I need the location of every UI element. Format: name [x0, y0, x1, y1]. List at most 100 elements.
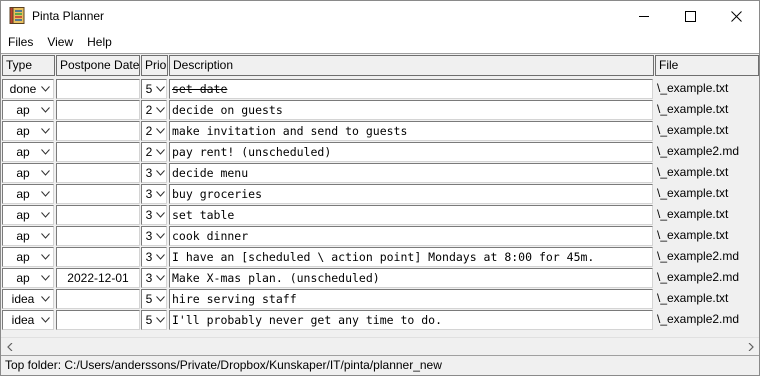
prio-value: 3	[145, 250, 153, 264]
chevron-down-icon	[156, 149, 165, 155]
table-row: ap 3 set table \_example.txt	[1, 204, 759, 225]
chevron-down-icon	[156, 170, 165, 176]
postpone-date-field[interactable]	[56, 184, 140, 204]
prio-select[interactable]: 3	[141, 247, 167, 267]
prio-select[interactable]: 5	[141, 79, 167, 99]
arrow-right-icon	[748, 342, 754, 351]
type-select[interactable]: idea	[2, 310, 54, 330]
description-field[interactable]: cook dinner	[169, 226, 653, 246]
postpone-date-field[interactable]	[56, 289, 140, 309]
type-value: ap	[16, 271, 30, 285]
description-field[interactable]: hire serving staff	[169, 289, 653, 309]
file-label: \_example.txt	[657, 186, 729, 200]
type-select[interactable]: idea	[2, 289, 54, 309]
chevron-down-icon	[156, 86, 165, 92]
type-select[interactable]: done	[2, 79, 54, 99]
table-row: ap 2 decide on guests \_example.txt	[1, 99, 759, 120]
type-select[interactable]: ap	[2, 121, 54, 141]
prio-select[interactable]: 3	[141, 205, 167, 225]
menu-view[interactable]: View	[40, 32, 80, 52]
type-select[interactable]: ap	[2, 100, 54, 120]
table-row: idea 5 hire serving staff \_example.txt	[1, 288, 759, 309]
scroll-left-button[interactable]	[1, 338, 18, 355]
type-select[interactable]: ap	[2, 205, 54, 225]
postpone-date-field[interactable]	[56, 79, 140, 99]
postpone-date-field[interactable]	[56, 226, 140, 246]
postpone-date-field[interactable]	[56, 100, 140, 120]
description-field[interactable]: make invitation and send to guests	[169, 121, 653, 141]
type-value: idea	[11, 292, 35, 306]
description-field[interactable]: decide menu	[169, 163, 653, 183]
column-header-file[interactable]: File	[655, 55, 759, 76]
chevron-down-icon	[156, 128, 165, 134]
description-field[interactable]: pay rent! (unscheduled)	[169, 142, 653, 162]
type-select[interactable]: ap	[2, 142, 54, 162]
prio-select[interactable]: 5	[141, 289, 167, 309]
menu-help[interactable]: Help	[80, 32, 119, 52]
column-header-description[interactable]: Description	[169, 55, 654, 76]
prio-select[interactable]: 3	[141, 184, 167, 204]
type-select[interactable]: ap	[2, 226, 54, 246]
chevron-down-icon	[156, 317, 165, 323]
postpone-date-field[interactable]: 2022-12-01	[56, 268, 140, 288]
postpone-date-field[interactable]	[56, 163, 140, 183]
prio-select[interactable]: 3	[141, 268, 167, 288]
chevron-down-icon	[41, 170, 50, 176]
prio-select[interactable]: 2	[141, 100, 167, 120]
prio-value: 3	[145, 271, 153, 285]
chevron-down-icon	[41, 233, 50, 239]
close-button[interactable]	[713, 1, 759, 31]
maximize-button[interactable]	[667, 1, 713, 31]
chevron-down-icon	[156, 254, 165, 260]
type-value: ap	[16, 124, 30, 138]
minimize-button[interactable]	[621, 1, 667, 31]
description-field[interactable]: set table	[169, 205, 653, 225]
file-label: \_example.txt	[657, 228, 729, 242]
description-field[interactable]: Make X-mas plan. (unscheduled)	[169, 268, 653, 288]
prio-select[interactable]: 5	[141, 310, 167, 330]
file-label: \_example.txt	[657, 291, 729, 305]
column-header-type[interactable]: Type	[2, 55, 55, 76]
column-header-postpone-date[interactable]: Postpone Date	[56, 55, 140, 76]
menu-files[interactable]: Files	[1, 32, 40, 52]
close-icon	[730, 10, 742, 22]
postpone-date-field[interactable]	[56, 142, 140, 162]
chevron-down-icon	[41, 275, 50, 281]
postpone-date-field[interactable]	[56, 205, 140, 225]
description-field[interactable]: set date	[169, 79, 653, 99]
prio-select[interactable]: 3	[141, 163, 167, 183]
postpone-date-field[interactable]	[56, 247, 140, 267]
type-value: ap	[16, 229, 30, 243]
description-field[interactable]: decide on guests	[169, 100, 653, 120]
postpone-date-field[interactable]	[56, 121, 140, 141]
prio-select[interactable]: 3	[141, 226, 167, 246]
prio-select[interactable]: 2	[141, 121, 167, 141]
type-select[interactable]: ap	[2, 268, 54, 288]
scroll-right-button[interactable]	[742, 338, 759, 355]
chevron-down-icon	[156, 107, 165, 113]
prio-value: 3	[145, 229, 153, 243]
chevron-down-icon	[156, 191, 165, 197]
prio-value: 5	[145, 292, 153, 306]
prio-select[interactable]: 2	[141, 142, 167, 162]
column-header-prio[interactable]: Prio	[141, 55, 168, 76]
file-label: \_example2.md	[657, 270, 740, 284]
description-field[interactable]: buy groceries	[169, 184, 653, 204]
postpone-date-field[interactable]	[56, 310, 140, 330]
type-value: ap	[16, 103, 30, 117]
chevron-down-icon	[41, 107, 50, 113]
horizontal-scrollbar[interactable]	[1, 337, 759, 354]
type-select[interactable]: ap	[2, 163, 54, 183]
notebook-icon	[9, 7, 25, 24]
description-field[interactable]: I'll probably never get any time to do.	[169, 310, 653, 330]
file-label: \_example.txt	[657, 165, 729, 179]
type-value: ap	[16, 208, 30, 222]
file-label: \_example.txt	[657, 207, 729, 221]
prio-value: 3	[145, 187, 153, 201]
type-select[interactable]: ap	[2, 247, 54, 267]
file-label: \_example.txt	[657, 123, 729, 137]
table-row: ap 2022-12-01 3 Make X-mas plan. (unschedul…	[1, 267, 759, 288]
type-select[interactable]: ap	[2, 184, 54, 204]
description-field[interactable]: I have an [scheduled \ action point] Mon…	[169, 247, 653, 267]
title-bar[interactable]: Pinta Planner	[1, 1, 759, 31]
